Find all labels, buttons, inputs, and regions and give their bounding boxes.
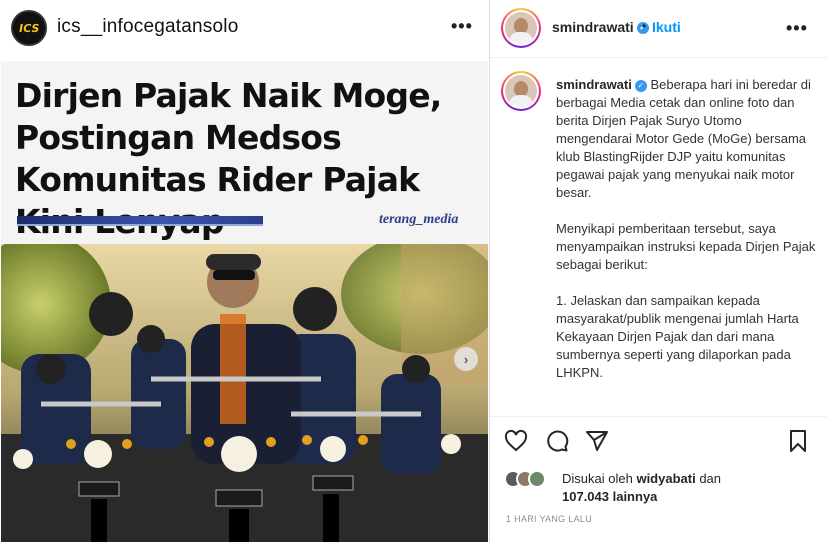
- more-options-icon[interactable]: •••: [786, 18, 808, 39]
- author-username[interactable]: smindrawati ✓: [552, 19, 649, 35]
- riders-photo: [1, 244, 488, 542]
- save-bookmark-icon[interactable]: [786, 429, 810, 453]
- caption-text: Beberapa hari ini beredar di berbagai Me…: [556, 77, 816, 380]
- post-header: ICS ics__infocegatansolo •••: [0, 0, 489, 56]
- liker-avatar: [528, 470, 546, 488]
- comment-icon[interactable]: [545, 429, 569, 453]
- author-username-text[interactable]: smindrawati: [552, 19, 634, 35]
- caption-avatar[interactable]: [501, 71, 541, 111]
- follow-button[interactable]: Ikuti: [652, 19, 681, 35]
- decor-bar-line: [17, 224, 263, 226]
- post-panel: ICS ics__infocegatansolo ••• Dirjen Paja…: [0, 0, 489, 542]
- caption: smindrawati ✓ Beberapa hari ini beredar d…: [556, 76, 818, 382]
- share-icon[interactable]: [585, 429, 609, 453]
- actions-divider: [490, 416, 827, 417]
- liker-username[interactable]: widyabati: [636, 471, 695, 486]
- author-header: smindrawati ✓ • Ikuti •••: [490, 0, 827, 58]
- verified-icon: ✓: [634, 79, 647, 92]
- likes-prefix: Disukai oleh: [562, 471, 633, 486]
- next-image-button[interactable]: ›: [454, 347, 478, 371]
- logo-text: ICS: [17, 21, 41, 35]
- comments-panel: smindrawati ✓ • Ikuti ••• smindrawati ✓ Be…: [490, 0, 827, 542]
- author-avatar[interactable]: [501, 8, 541, 48]
- like-heart-icon[interactable]: [504, 429, 528, 453]
- source-watermark: terang_media: [379, 212, 459, 227]
- likes-summary[interactable]: Disukai oleh widyabati dan 107.043 lainny…: [562, 470, 812, 506]
- more-options-icon[interactable]: •••: [451, 16, 473, 37]
- account-name[interactable]: ics__infocegatansolo: [57, 16, 238, 38]
- caption-username[interactable]: smindrawati: [556, 77, 632, 92]
- post-image: Dirjen Pajak Naik Moge, Postingan Medsos…: [1, 61, 488, 542]
- likes-count[interactable]: 107.043 lainnya: [562, 489, 657, 504]
- likes-conj: dan: [699, 471, 722, 486]
- account-avatar[interactable]: ICS: [11, 10, 47, 46]
- post-timestamp: 1 HARI YANG LALU: [506, 514, 592, 524]
- dot-separator: •: [642, 19, 647, 33]
